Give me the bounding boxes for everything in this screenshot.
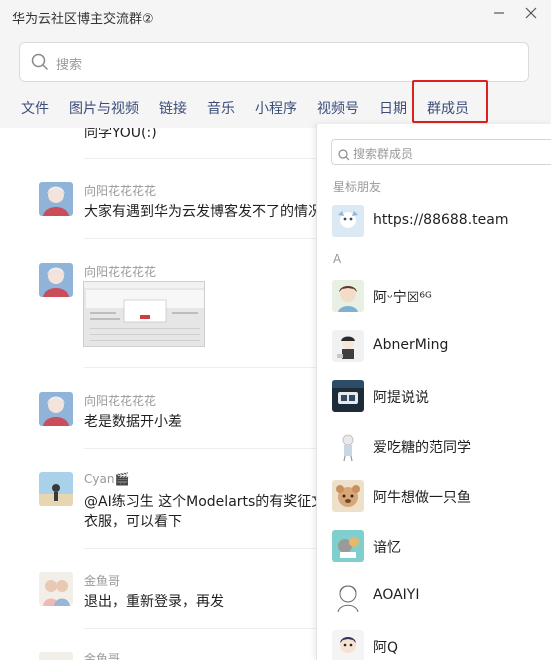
divider	[84, 367, 316, 368]
avatar	[332, 330, 364, 362]
member-item[interactable]: 谙忆	[317, 522, 551, 572]
divider	[84, 158, 316, 159]
member-item[interactable]: AbnerMing	[317, 322, 551, 372]
message-text: 大家有遇到华为云发博客发不了的情况	[84, 204, 316, 220]
avatar	[332, 630, 364, 660]
window-title: 华为云社区博主交流群②	[12, 12, 154, 27]
member-name: AbnerMing	[373, 337, 449, 353]
member-name: 谙忆	[373, 540, 401, 556]
message-sender: 金鱼哥	[84, 652, 121, 660]
member-name: AOAIYI	[373, 587, 420, 603]
message-sender: 向阳花花花花	[84, 265, 157, 279]
message-text: 老是数据开小差	[84, 414, 182, 430]
member-name: 阿牛想做一只鱼	[373, 490, 471, 506]
search-input[interactable]: 搜索	[19, 42, 529, 82]
tab-images-videos[interactable]: 图片与视频	[69, 98, 139, 118]
member-item[interactable]: 爱吃糖的范同学	[317, 422, 551, 472]
avatar[interactable]	[39, 182, 73, 216]
message-text: @AI练习生 这个Modelarts的有奖征文	[84, 494, 316, 510]
message-sender: 金鱼哥	[84, 574, 121, 588]
avatar	[332, 380, 364, 412]
divider	[84, 448, 316, 449]
member-name: 阿Q	[373, 640, 399, 656]
search-icon	[31, 53, 49, 75]
avatar[interactable]	[39, 572, 73, 606]
message-text: 同学YOU(:)	[84, 128, 157, 141]
avatar[interactable]	[39, 392, 73, 426]
message-image-thumbnail[interactable]	[83, 281, 205, 347]
avatar	[332, 480, 364, 512]
member-name: https://88688.team	[373, 212, 509, 228]
member-item[interactable]: 阿提说说	[317, 372, 551, 422]
divider	[84, 548, 316, 549]
message-sender: 向阳花花花花	[84, 184, 157, 198]
avatar[interactable]	[39, 263, 73, 297]
divider	[84, 628, 316, 629]
search-placeholder: 搜索	[56, 58, 83, 73]
search-icon	[338, 146, 350, 165]
avatar	[332, 580, 364, 612]
avatar	[332, 280, 364, 312]
member-name: 阿ᵕ宁☒⁶ᴳ	[373, 290, 432, 306]
message-text: 退出，重新登录，再发	[84, 594, 224, 610]
tab-channels[interactable]: 视频号	[317, 98, 359, 118]
active-tab-highlight	[412, 80, 488, 123]
message-text-continued: 衣服，可以看下	[84, 514, 182, 530]
tab-mini-programs[interactable]: 小程序	[255, 98, 297, 118]
avatar	[332, 430, 364, 462]
member-item[interactable]: 阿牛想做一只鱼	[317, 472, 551, 522]
section-header-starred: 星标朋友	[333, 180, 382, 194]
member-search-input[interactable]: 搜索群成员	[331, 139, 551, 165]
member-item[interactable]: AOAIYI	[317, 572, 551, 622]
avatar[interactable]	[39, 472, 73, 506]
avatar	[332, 530, 364, 562]
minimize-icon[interactable]	[488, 4, 510, 26]
member-name: 爱吃糖的范同学	[373, 440, 471, 456]
member-item[interactable]: https://88688.team	[317, 197, 551, 247]
group-members-panel[interactable]: 搜索群成员 星标朋友 https://88688.team A 阿ᵕ宁☒⁶ᴳ A…	[316, 124, 551, 660]
close-icon[interactable]	[520, 4, 542, 26]
member-item[interactable]: 阿Q	[317, 622, 551, 660]
tab-files[interactable]: 文件	[21, 98, 49, 118]
member-item[interactable]: 阿ᵕ宁☒⁶ᴳ	[317, 272, 551, 322]
avatar	[332, 205, 364, 237]
tab-links[interactable]: 链接	[159, 98, 187, 118]
header-area: 搜索 文件 图片与视频 链接 音乐 小程序 视频号 日期 群成员	[0, 34, 551, 128]
section-header-a: A	[333, 252, 342, 266]
title-bar: 华为云社区博主交流群②	[0, 0, 551, 34]
tab-date[interactable]: 日期	[379, 98, 407, 118]
tab-music[interactable]: 音乐	[207, 98, 235, 118]
avatar[interactable]	[39, 652, 73, 660]
message-list[interactable]: 同学YOU(:) 向阳花花花花 大家有遇到华为云发博客发不了的情况 向阳花花花花	[0, 128, 316, 660]
member-name: 阿提说说	[373, 390, 429, 406]
message-sender: Cyan🎬	[84, 472, 130, 486]
message-sender: 向阳花花花花	[84, 394, 157, 408]
divider	[84, 238, 316, 239]
member-search-placeholder: 搜索群成员	[353, 147, 414, 161]
